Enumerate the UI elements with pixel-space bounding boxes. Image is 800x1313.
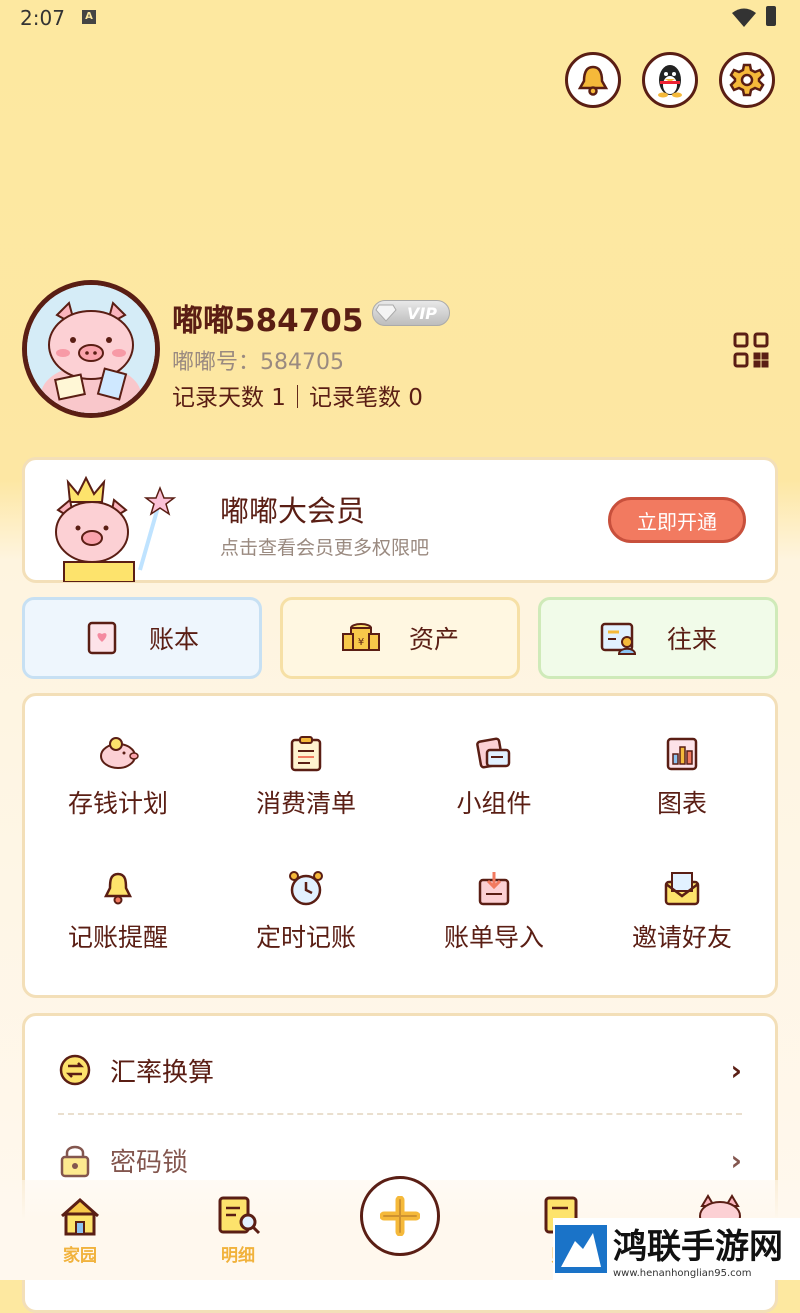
add-record-button[interactable]	[360, 1176, 440, 1256]
details-search-icon	[218, 1196, 261, 1235]
qq-penguin-icon	[658, 65, 682, 98]
tool-label: 消费清单	[255, 789, 356, 818]
tool-reminder[interactable]: 记账提醒	[24, 868, 212, 954]
horse-logo-icon	[555, 1225, 607, 1273]
add-icon	[380, 1196, 420, 1236]
keyboard-indicator-icon: A	[82, 10, 96, 24]
coins-icon: ¥	[341, 623, 380, 651]
wifi-icon	[732, 8, 756, 27]
invite-letter-icon	[664, 872, 700, 906]
membership-subtitle: 点击查看会员更多权限吧	[220, 537, 430, 559]
tool-scheduled-record[interactable]: 定时记账	[212, 868, 400, 954]
tool-widgets[interactable]: 小组件	[400, 734, 588, 820]
settings-button[interactable]	[719, 52, 775, 108]
svg-text:¥: ¥	[358, 637, 364, 648]
battery-icon	[766, 6, 776, 26]
chart-icon	[666, 737, 698, 771]
tool-label: 图表	[656, 789, 707, 818]
import-icon	[478, 872, 510, 906]
open-membership-button[interactable]: 立即开通	[608, 497, 746, 543]
tool-invite-friends[interactable]: 邀请好友	[588, 868, 776, 954]
watermark-url: www.henanhonglian95.com	[613, 1268, 752, 1279]
tool-charts[interactable]: 图表	[588, 734, 776, 820]
qr-code-button[interactable]	[733, 332, 769, 372]
row-exchange-rate[interactable]: 汇率换算 ›	[58, 1052, 742, 1088]
nav-details-label: 明细	[221, 1246, 255, 1266]
record-stats: 记录天数 1｜记录笔数 0	[172, 385, 423, 411]
tool-label: 记账提醒	[67, 923, 168, 952]
tab-assets[interactable]: ¥ 资产	[280, 597, 520, 679]
tab-ledger-label: 账本	[148, 625, 199, 654]
piggy-bank-icon	[100, 737, 139, 769]
gear-icon	[729, 63, 765, 97]
vip-label: VIP	[406, 303, 437, 323]
qr-code-icon	[733, 332, 769, 368]
row-exchange-rate-label: 汇率换算	[110, 1057, 215, 1088]
tool-label: 小组件	[456, 789, 532, 818]
membership-title: 嘟嘟大会员	[220, 494, 366, 528]
row-password-lock-label: 密码锁	[110, 1147, 189, 1178]
tool-savings-plan[interactable]: 存钱计划	[24, 734, 212, 820]
checklist-icon	[290, 736, 322, 772]
status-time: 2:07	[20, 6, 65, 30]
contact-card-icon	[600, 622, 636, 655]
user-id: 嘟嘟号：584705	[172, 350, 344, 375]
username: 嘟嘟584705	[172, 303, 364, 339]
tool-label: 账单导入	[443, 923, 544, 952]
status-bar: 2:07 A	[0, 0, 800, 36]
divider	[58, 1113, 742, 1115]
tab-contacts[interactable]: 往来	[538, 597, 778, 679]
tab-contacts-label: 往来	[666, 625, 717, 654]
chevron-right-icon: ›	[730, 1053, 742, 1087]
pig-avatar-icon	[27, 285, 155, 413]
avatar[interactable]	[22, 280, 160, 418]
nav-home-label: 家园	[63, 1246, 97, 1266]
tool-label: 存钱计划	[67, 789, 168, 818]
vip-badge[interactable]: VIP	[372, 300, 450, 326]
ledger-icon	[87, 621, 117, 655]
qq-button[interactable]	[642, 52, 698, 108]
watermark: 鸿联手游网 www.henanhonglian95.com	[553, 1218, 800, 1280]
tab-assets-label: 资产	[408, 625, 459, 654]
nav-details[interactable]: 明细	[198, 1196, 278, 1266]
row-password-lock[interactable]: 密码锁 ›	[58, 1142, 742, 1178]
bell-icon	[103, 872, 133, 905]
tab-ledger[interactable]: 账本	[22, 597, 262, 679]
tool-label: 定时记账	[255, 923, 356, 952]
chevron-right-icon: ›	[730, 1143, 742, 1177]
bell-icon	[577, 65, 609, 96]
notification-button[interactable]	[565, 52, 621, 108]
exchange-icon	[59, 1054, 91, 1086]
home-icon	[61, 1197, 99, 1236]
tool-shopping-list[interactable]: 消费清单	[212, 734, 400, 820]
lock-icon	[60, 1145, 90, 1178]
pig-king-mascot-icon	[40, 470, 180, 586]
diamond-icon	[375, 304, 397, 322]
tool-bill-import[interactable]: 账单导入	[400, 868, 588, 954]
widget-icon	[476, 737, 511, 769]
alarm-clock-icon	[289, 871, 323, 906]
nav-home[interactable]: 家园	[40, 1196, 120, 1266]
watermark-text: 鸿联手游网	[613, 1227, 783, 1267]
tool-label: 邀请好友	[631, 923, 732, 952]
